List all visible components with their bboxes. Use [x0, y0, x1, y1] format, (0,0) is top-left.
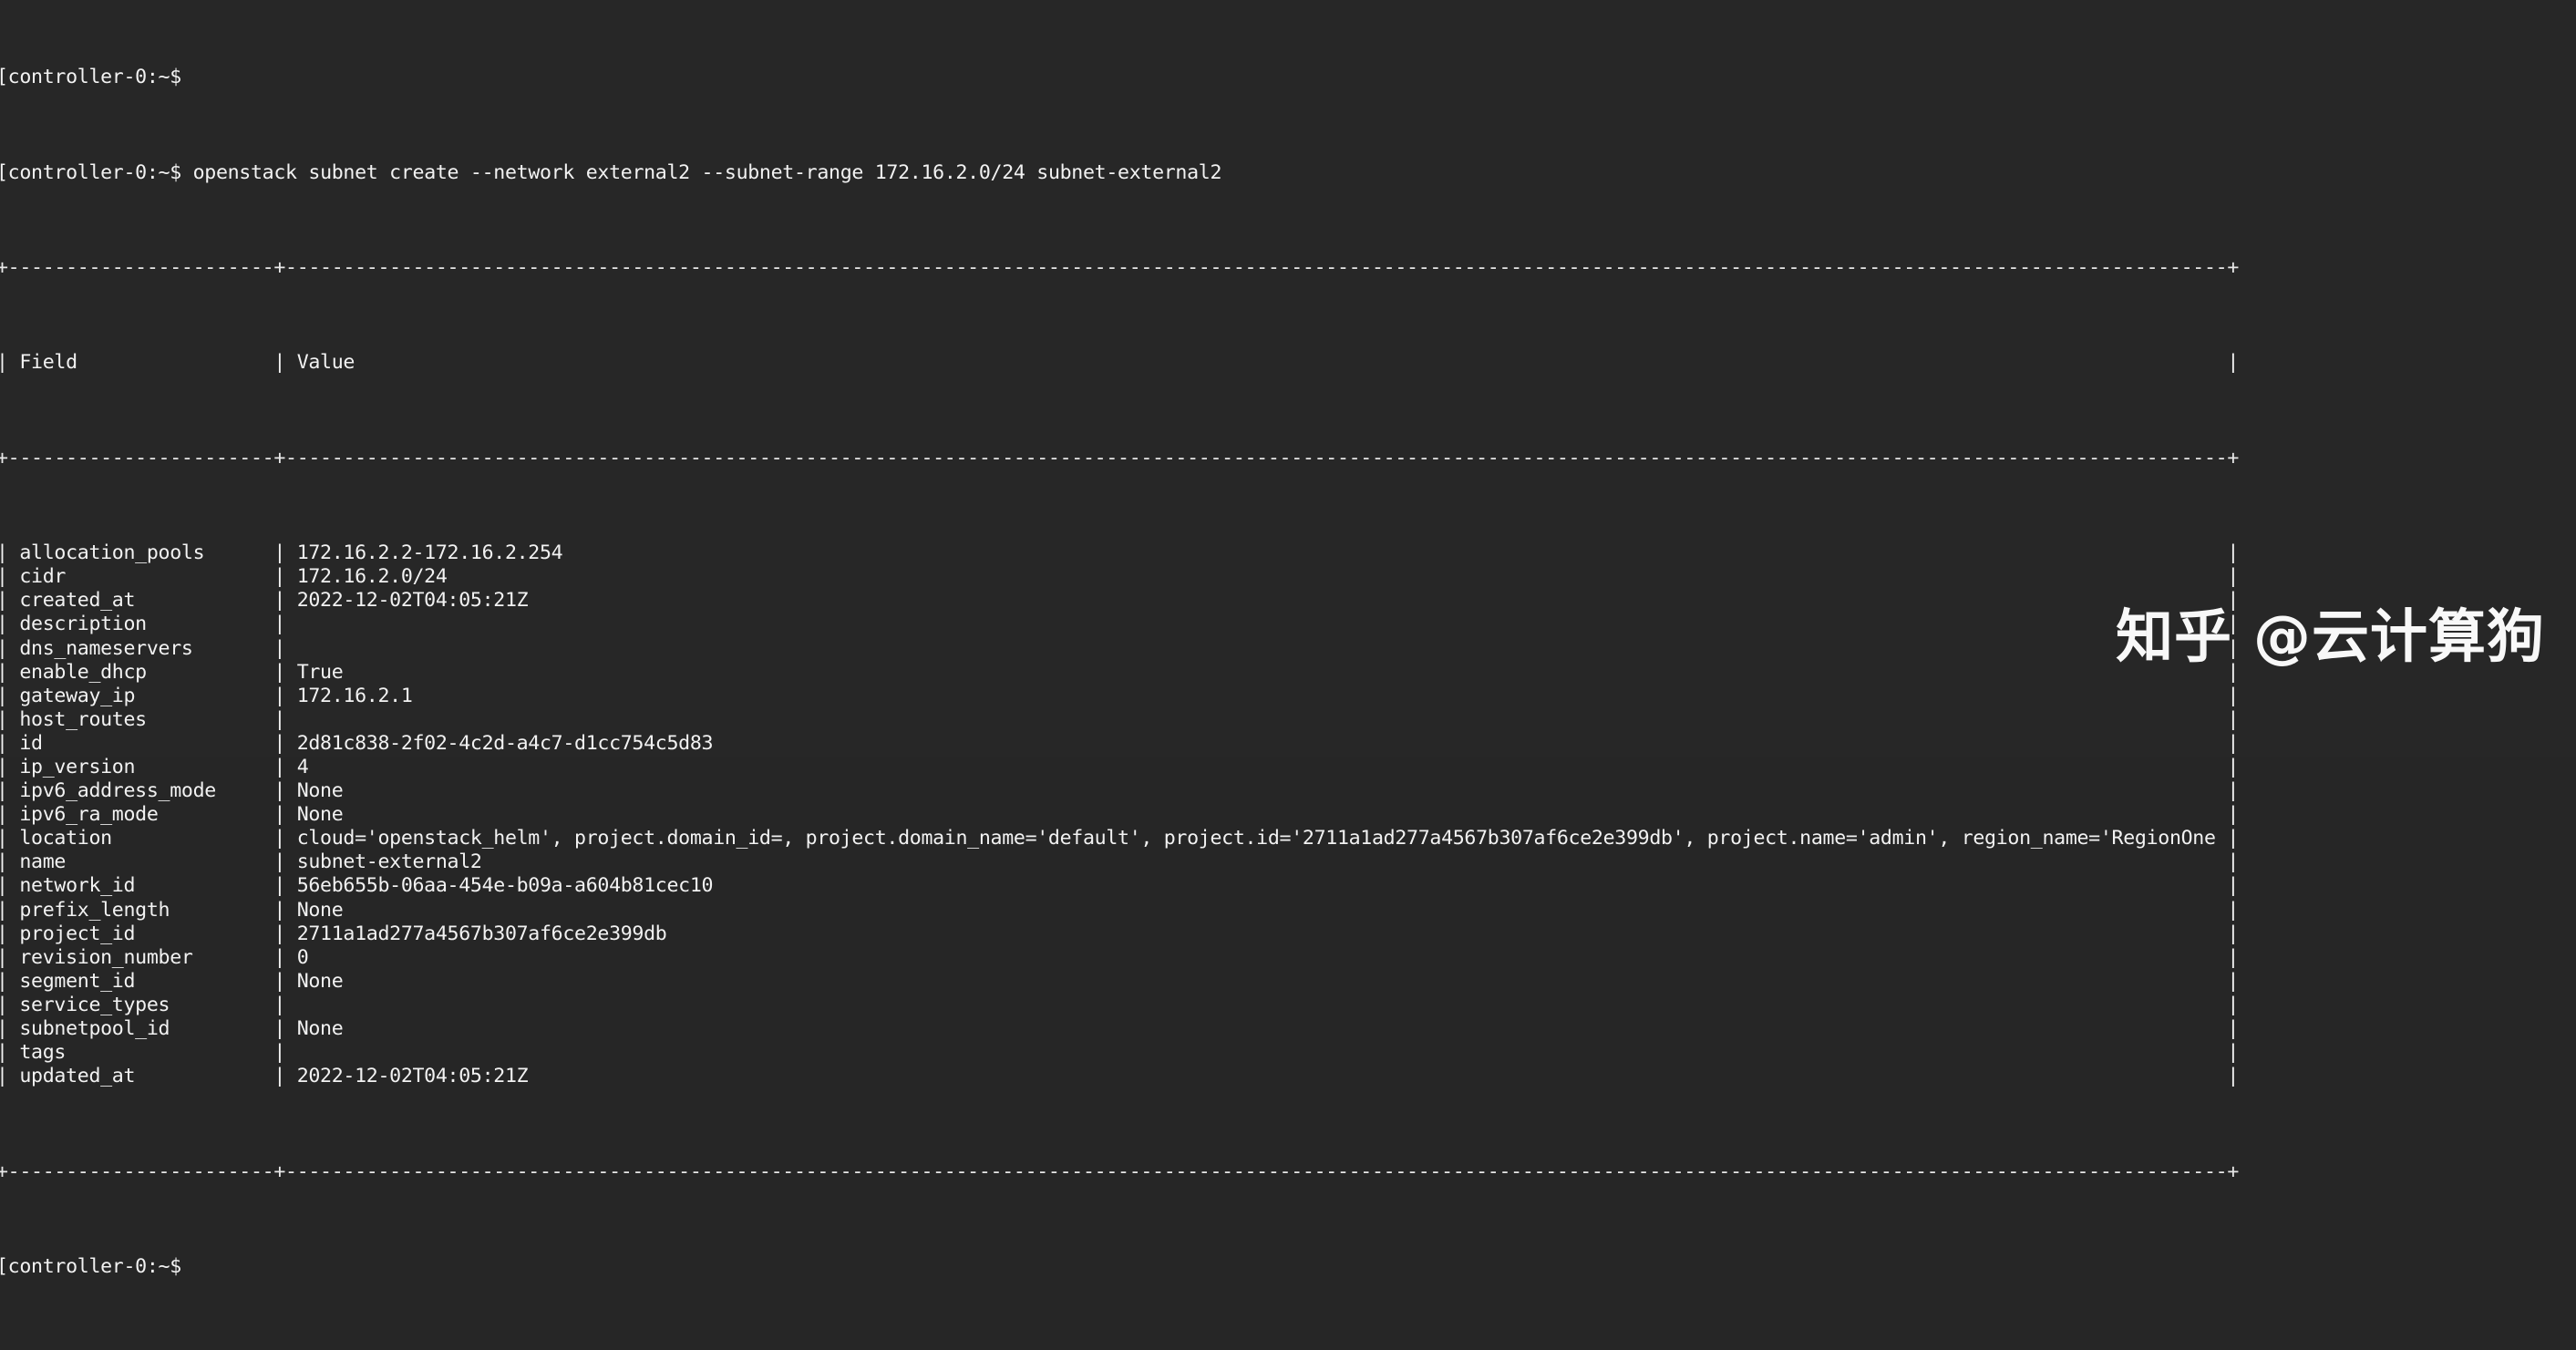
table-row: | network_id | 56eb655b-06aa-454e-b09a-a… [0, 874, 2576, 898]
table-row-text: | host_routes | | [0, 707, 2240, 731]
table-row: | location | cloud='openstack_helm', pro… [0, 827, 2576, 850]
table-bottom-border: +-----------------------+---------------… [0, 1160, 2576, 1184]
table-row: | dns_nameservers | | [0, 637, 2576, 661]
table-row: | allocation_pools | 172.16.2.2-172.16.2… [0, 541, 2576, 565]
table-row: | subnetpool_id | None | [0, 1017, 2576, 1041]
table-row-text: | subnetpool_id | None | [0, 1017, 2240, 1041]
table-row: | cidr | 172.16.2.0/24 | [0, 565, 2576, 589]
table-row: | gateway_ip | 172.16.2.1 | [0, 685, 2576, 708]
table-row-text: | created_at | 2022-12-02T04:05:21Z | [0, 589, 2240, 613]
table-row-text: | allocation_pools | 172.16.2.2-172.16.2… [0, 541, 2240, 565]
table-row: | prefix_length | None | [0, 899, 2576, 922]
prompt-line-empty: [controller-0:~$ [0, 66, 2576, 89]
trailing-prompt-line: [controller-0:~$ [0, 1255, 2576, 1279]
table-row: | tags | | [0, 1041, 2576, 1065]
table-row-text: | name | subnet-external2 | [0, 850, 2240, 874]
table-top-border: +-----------------------+---------------… [0, 256, 2576, 280]
prompt-text: [controller-0:~$ [0, 66, 181, 89]
prompt-text: [controller-0:~$ [0, 160, 181, 184]
table-row: | segment_id | None | [0, 970, 2576, 994]
table-row: | description | | [0, 613, 2576, 636]
table-row-text: | updated_at | 2022-12-02T04:05:21Z | [0, 1065, 2240, 1088]
table-border-text: +-----------------------+---------------… [0, 446, 2240, 469]
table-row-text: | ipv6_ra_mode | None | [0, 803, 2240, 827]
table-row-text: | segment_id | None | [0, 969, 2240, 993]
command-line: [controller-0:~$ openstack subnet create… [0, 161, 2576, 185]
table-header-row: | Field | Value | [0, 351, 2576, 375]
table-row-text: | dns_nameservers | | [0, 636, 2240, 660]
table-row-text: | project_id | 2711a1ad277a4567b307af6ce… [0, 922, 2240, 945]
table-row-text: | service_types | | [0, 993, 2240, 1016]
prompt-text: [controller-0:~$ [0, 1254, 181, 1278]
table-row: | ipv6_ra_mode | None | [0, 803, 2576, 827]
table-row-text: | revision_number | 0 | [0, 945, 2240, 969]
table-row: | host_routes | | [0, 708, 2576, 732]
table-body: | allocation_pools | 172.16.2.2-172.16.2… [0, 541, 2576, 1088]
command-text: openstack subnet create --network extern… [192, 160, 1222, 184]
table-row-text: | prefix_length | None | [0, 898, 2240, 922]
table-row-text: | ipv6_address_mode | None | [0, 779, 2240, 803]
table-row: | service_types | | [0, 994, 2576, 1017]
table-row-text: | id | 2d81c838-2f02-4c2d-a4c7-d1cc754c5… [0, 731, 2240, 755]
table-row: | created_at | 2022-12-02T04:05:21Z | [0, 589, 2576, 613]
table-row: | revision_number | 0 | [0, 946, 2576, 970]
table-row: | ip_version | 4 | [0, 756, 2576, 779]
table-border-text: +-----------------------+---------------… [0, 256, 2240, 280]
table-row-text: | description | | [0, 613, 2240, 636]
terminal-window[interactable]: [controller-0:~$ [controller-0:~$ openst… [0, 0, 2576, 1278]
terminal-screen: [controller-0:~$ [controller-0:~$ openst… [0, 0, 2576, 1350]
table-row: | updated_at | 2022-12-02T04:05:21Z | [0, 1065, 2576, 1088]
table-header-text: | Field | Value | [0, 351, 2240, 375]
table-row-text: | ip_version | 4 | [0, 756, 2240, 778]
table-row-text: | gateway_ip | 172.16.2.1 | [0, 684, 2240, 707]
table-row: | id | 2d81c838-2f02-4c2d-a4c7-d1cc754c5… [0, 732, 2576, 756]
table-row: | ipv6_address_mode | None | [0, 779, 2576, 803]
table-row-text: | enable_dhcp | True | [0, 660, 2240, 684]
table-row-text: | tags | | [0, 1041, 2240, 1065]
command-separator [181, 161, 193, 184]
table-border-text: +-----------------------+---------------… [0, 1159, 2240, 1183]
table-row-text: | cidr | 172.16.2.0/24 | [0, 565, 2240, 589]
table-row-text: | network_id | 56eb655b-06aa-454e-b09a-a… [0, 874, 2240, 898]
table-row-text: | location | cloud='openstack_helm', pro… [0, 827, 2240, 850]
table-header-separator: +-----------------------+---------------… [0, 447, 2576, 470]
table-row: | project_id | 2711a1ad277a4567b307af6ce… [0, 922, 2576, 946]
table-row: | enable_dhcp | True | [0, 661, 2576, 685]
table-row: | name | subnet-external2 | [0, 850, 2576, 874]
